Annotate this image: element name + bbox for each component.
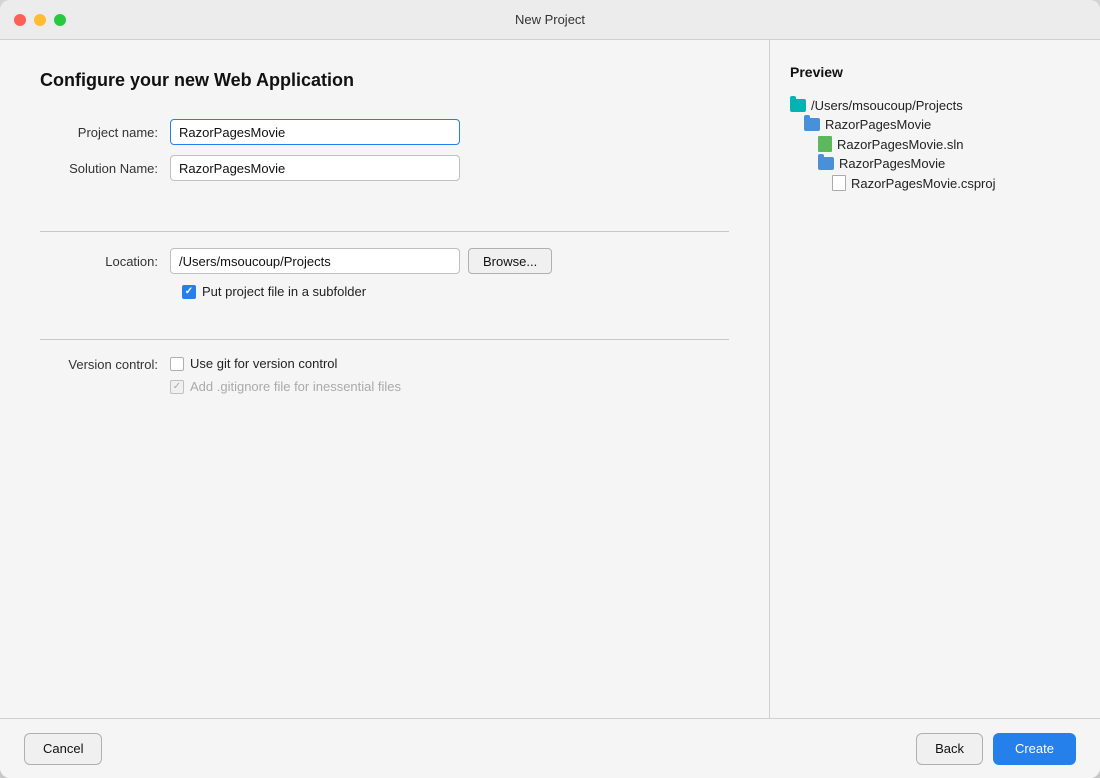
titlebar-buttons [14, 14, 66, 26]
divider-1 [40, 231, 729, 232]
preview-panel: Preview /Users/msoucoup/Projects RazorPa… [770, 40, 1100, 718]
project-name-section: Project name: Solution Name: [40, 119, 729, 191]
footer-right: Back Create [916, 733, 1076, 765]
tree-label-sln: RazorPagesMovie.sln [837, 137, 963, 152]
file-icon-sln [818, 136, 832, 152]
file-icon-csproj [832, 175, 846, 191]
project-name-row: Project name: [40, 119, 729, 145]
folder-icon-blue-1 [804, 118, 820, 131]
back-button[interactable]: Back [916, 733, 983, 765]
location-input-row: Browse... [170, 248, 552, 274]
version-control-row: Version control: Use git for version con… [40, 356, 729, 394]
gitignore-label: Add .gitignore file for inessential file… [190, 379, 401, 394]
git-label: Use git for version control [190, 356, 337, 371]
project-name-label: Project name: [40, 125, 170, 140]
content: Configure your new Web Application Proje… [0, 40, 1100, 718]
solution-name-input[interactable] [170, 155, 460, 181]
git-checkbox-row: Use git for version control [170, 356, 401, 371]
divider-2 [40, 339, 729, 340]
footer: Cancel Back Create [0, 718, 1100, 778]
folder-icon-teal [790, 99, 806, 112]
solution-name-label: Solution Name: [40, 161, 170, 176]
project-name-input[interactable] [170, 119, 460, 145]
close-button[interactable] [14, 14, 26, 26]
window: New Project Configure your new Web Appli… [0, 0, 1100, 778]
location-section: Location: Browse... Put project file in … [40, 248, 729, 299]
subfolder-checkbox-row: Put project file in a subfolder [182, 284, 729, 299]
tree-item-project-folder: RazorPagesMovie [790, 115, 1080, 134]
tree-label-root: /Users/msoucoup/Projects [811, 98, 963, 113]
tree-item-subfolder: RazorPagesMovie [790, 154, 1080, 173]
folder-icon-blue-2 [818, 157, 834, 170]
subfolder-label: Put project file in a subfolder [202, 284, 366, 299]
tree-item-csproj: RazorPagesMovie.csproj [790, 173, 1080, 193]
solution-name-row: Solution Name: [40, 155, 729, 181]
page-title: Configure your new Web Application [40, 70, 729, 91]
create-button[interactable]: Create [993, 733, 1076, 765]
version-options: Use git for version control Add .gitigno… [170, 356, 401, 394]
version-control-section: Version control: Use git for version con… [40, 356, 729, 394]
browse-button[interactable]: Browse... [468, 248, 552, 274]
file-tree: /Users/msoucoup/Projects RazorPagesMovie… [790, 96, 1080, 193]
location-input[interactable] [170, 248, 460, 274]
tree-label-project-folder: RazorPagesMovie [825, 117, 931, 132]
window-title: New Project [515, 12, 585, 27]
tree-item-root: /Users/msoucoup/Projects [790, 96, 1080, 115]
titlebar: New Project [0, 0, 1100, 40]
tree-item-sln: RazorPagesMovie.sln [790, 134, 1080, 154]
git-checkbox[interactable] [170, 357, 184, 371]
gitignore-checkbox-row: Add .gitignore file for inessential file… [170, 379, 401, 394]
location-label: Location: [40, 254, 170, 269]
main-panel: Configure your new Web Application Proje… [0, 40, 770, 718]
minimize-button[interactable] [34, 14, 46, 26]
maximize-button[interactable] [54, 14, 66, 26]
preview-title: Preview [790, 64, 1080, 80]
cancel-button[interactable]: Cancel [24, 733, 102, 765]
tree-label-csproj: RazorPagesMovie.csproj [851, 176, 996, 191]
subfolder-checkbox[interactable] [182, 285, 196, 299]
location-row: Location: Browse... [40, 248, 729, 274]
tree-label-subfolder: RazorPagesMovie [839, 156, 945, 171]
version-control-label: Version control: [40, 357, 170, 372]
gitignore-checkbox [170, 380, 184, 394]
